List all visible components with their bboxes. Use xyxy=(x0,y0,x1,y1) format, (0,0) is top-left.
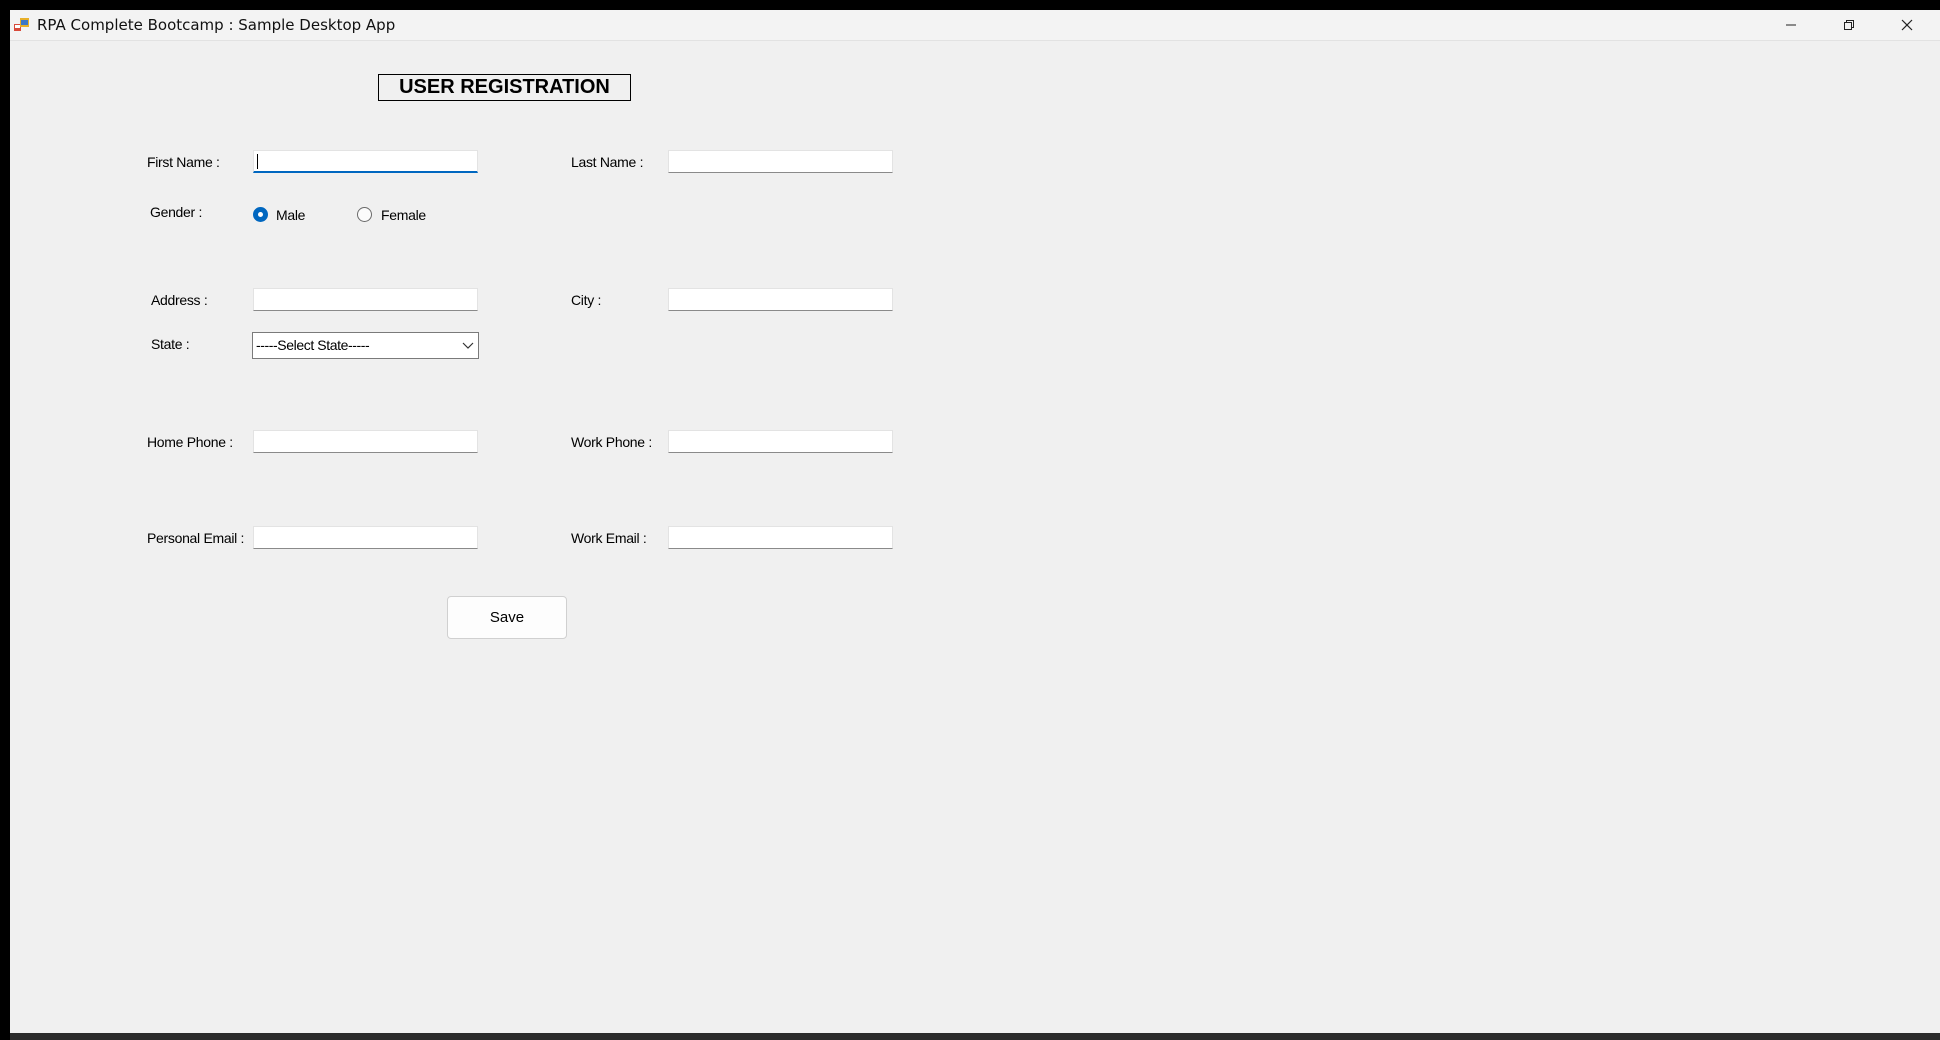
male-radio-label[interactable]: Male xyxy=(276,207,305,223)
male-radio[interactable] xyxy=(253,207,268,222)
first-name-input[interactable] xyxy=(253,150,478,173)
home-phone-input[interactable] xyxy=(253,430,478,453)
city-input[interactable] xyxy=(668,288,893,311)
last-name-input[interactable] xyxy=(668,150,893,173)
work-email-label: Work Email : xyxy=(571,530,647,546)
chevron-down-icon xyxy=(462,342,474,349)
window-title: RPA Complete Bootcamp : Sample Desktop A… xyxy=(37,16,396,34)
taskbar xyxy=(10,1033,1940,1040)
work-email-input[interactable] xyxy=(668,526,893,549)
desktop-edge xyxy=(0,0,10,1040)
state-dropdown[interactable]: -----Select State----- xyxy=(252,332,479,359)
minimize-icon xyxy=(1786,24,1796,26)
last-name-label: Last Name : xyxy=(571,154,644,170)
minimize-button[interactable] xyxy=(1762,10,1820,40)
title-bar[interactable]: RPA Complete Bootcamp : Sample Desktop A… xyxy=(10,10,1940,41)
app-icon xyxy=(14,17,30,33)
first-name-label: First Name : xyxy=(147,154,220,170)
gender-label: Gender : xyxy=(150,204,203,220)
app-window: RPA Complete Bootcamp : Sample Desktop A… xyxy=(10,10,1940,1033)
female-radio[interactable] xyxy=(357,207,372,222)
work-phone-input[interactable] xyxy=(668,430,893,453)
state-label: State : xyxy=(151,336,190,352)
personal-email-label: Personal Email : xyxy=(147,530,245,546)
state-selected-value: -----Select State----- xyxy=(256,337,370,353)
address-input[interactable] xyxy=(253,288,478,311)
save-button[interactable]: Save xyxy=(447,596,567,639)
text-caret xyxy=(257,154,258,169)
personal-email-input[interactable] xyxy=(253,526,478,549)
address-label: Address : xyxy=(151,292,208,308)
city-label: City : xyxy=(571,292,602,308)
restore-button[interactable] xyxy=(1820,10,1878,40)
close-button[interactable] xyxy=(1878,10,1936,40)
restore-icon xyxy=(1844,20,1854,30)
work-phone-label: Work Phone : xyxy=(571,434,652,450)
form-title: USER REGISTRATION xyxy=(378,74,631,101)
home-phone-label: Home Phone : xyxy=(147,434,233,450)
female-radio-label[interactable]: Female xyxy=(381,207,426,223)
close-icon xyxy=(1901,19,1913,31)
